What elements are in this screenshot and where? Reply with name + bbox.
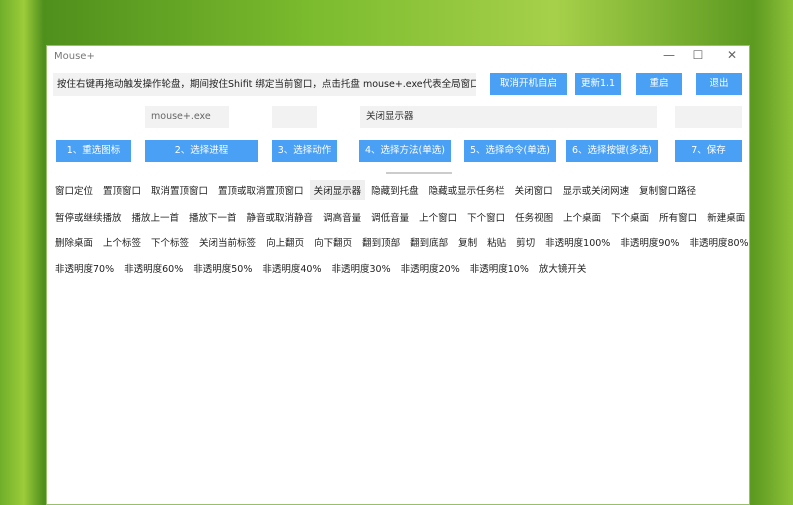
command-row: 删除桌面 上个标签 下个标签 关闭当前标签 向上翻页 向下翻页 翻到顶部 翻到底部 复制 粘贴 剪切… [51,232,755,252]
action-field[interactable] [272,106,317,128]
command-item[interactable]: 下个窗口 [463,207,509,227]
close-button[interactable]: ✕ [722,48,742,62]
process-field[interactable]: mouse+.exe [145,106,229,128]
command-item[interactable]: 非透明度40% [258,258,325,278]
selection-indicator [386,172,452,174]
command-item[interactable]: 剪切 [512,232,539,252]
exit-button[interactable]: 退出 [696,73,742,95]
command-item[interactable]: 关闭窗口 [511,180,557,200]
step-select-action-button[interactable]: 3、选择动作 [272,140,337,162]
command-item[interactable]: 关闭显示器 [309,180,366,200]
command-item[interactable]: 删除桌面 [51,232,97,252]
command-item[interactable]: 非透明度50% [189,258,256,278]
command-row: 非透明度70% 非透明度60% 非透明度50% 非透明度40% 非透明度30% 非透明度2… [51,258,592,278]
command-item[interactable]: 播放上一首 [128,207,184,227]
command-item[interactable]: 翻到顶部 [358,232,404,252]
restart-button[interactable]: 重启 [636,73,682,95]
command-row: 窗口定位 置顶窗口 取消置顶窗口 置顶或取消置顶窗口 关闭显示器 隐藏到托盘 隐藏或显示任务… [51,180,702,200]
command-row: 暂停或继续播放 播放上一首 播放下一首 静音或取消静音 调高音量 调低音量 上个窗口 下个窗口… [51,207,751,227]
step-reselect-icon-button[interactable]: 1、重选图标 [56,140,131,162]
command-item[interactable]: 翻到底部 [406,232,452,252]
app-window: Mouse+ — ☐ ✕ 按住右键再拖动触发操作轮盘，期间按住Shifit 绑定… [46,45,750,505]
command-item[interactable]: 非透明度20% [397,258,464,278]
command-item[interactable]: 非透明度60% [120,258,187,278]
window-title: Mouse+ [54,51,95,62]
command-item[interactable]: 隐藏或显示任务栏 [425,180,509,200]
keys-field[interactable] [675,106,742,128]
minimize-button[interactable]: — [659,48,679,62]
command-item[interactable]: 隐藏到托盘 [367,180,423,200]
command-item[interactable]: 向上翻页 [262,232,308,252]
command-item[interactable]: 向下翻页 [310,232,356,252]
step-select-method-button[interactable]: 4、选择方法(单选) [359,140,451,162]
command-item[interactable]: 粘贴 [483,232,510,252]
command-item[interactable]: 上个标签 [99,232,145,252]
command-item[interactable]: 取消置顶窗口 [147,180,212,200]
step-select-process-button[interactable]: 2、选择进程 [145,140,258,162]
command-item[interactable]: 非透明度90% [616,232,683,252]
command-item[interactable]: 置顶窗口 [99,180,145,200]
command-item[interactable]: 关闭当前标签 [195,232,260,252]
command-item[interactable]: 上个桌面 [559,207,605,227]
command-item[interactable]: 复制 [454,232,481,252]
maximize-button[interactable]: ☐ [688,48,708,62]
command-item[interactable]: 播放下一首 [185,207,241,227]
command-item[interactable]: 非透明度10% [466,258,533,278]
command-item[interactable]: 非透明度30% [328,258,395,278]
command-item[interactable]: 放大镜开关 [535,258,591,278]
command-field[interactable]: 关闭显示器 [360,106,657,128]
command-item[interactable]: 非透明度100% [541,232,614,252]
command-item[interactable]: 窗口定位 [51,180,97,200]
command-item[interactable]: 任务视图 [511,207,557,227]
step-save-button[interactable]: 7、保存 [675,140,742,162]
command-item[interactable]: 显示或关闭网速 [559,180,634,200]
command-item[interactable]: 非透明度80% [685,232,752,252]
hint-text: 按住右键再拖动触发操作轮盘，期间按住Shifit 绑定当前窗口，点击托盘 mou… [53,73,476,96]
disable-autostart-button[interactable]: 取消开机自启 [490,73,567,95]
command-item[interactable]: 静音或取消静音 [243,207,318,227]
command-item[interactable]: 复制窗口路径 [635,180,700,200]
command-item[interactable]: 下个标签 [147,232,193,252]
command-item[interactable]: 调高音量 [319,207,365,227]
step-select-command-button[interactable]: 5、选择命令(单选) [464,140,556,162]
command-item[interactable]: 暂停或继续播放 [51,207,126,227]
command-item[interactable]: 置顶或取消置顶窗口 [214,180,308,200]
command-item[interactable]: 非透明度70% [51,258,118,278]
command-item[interactable]: 新建桌面 [703,207,749,227]
update-button[interactable]: 更新1.1 [575,73,621,95]
command-item[interactable]: 上个窗口 [415,207,461,227]
command-item[interactable]: 所有窗口 [655,207,701,227]
command-item[interactable]: 下个桌面 [607,207,653,227]
command-item[interactable]: 调低音量 [367,207,413,227]
step-select-keys-button[interactable]: 6、选择按键(多选) [566,140,658,162]
